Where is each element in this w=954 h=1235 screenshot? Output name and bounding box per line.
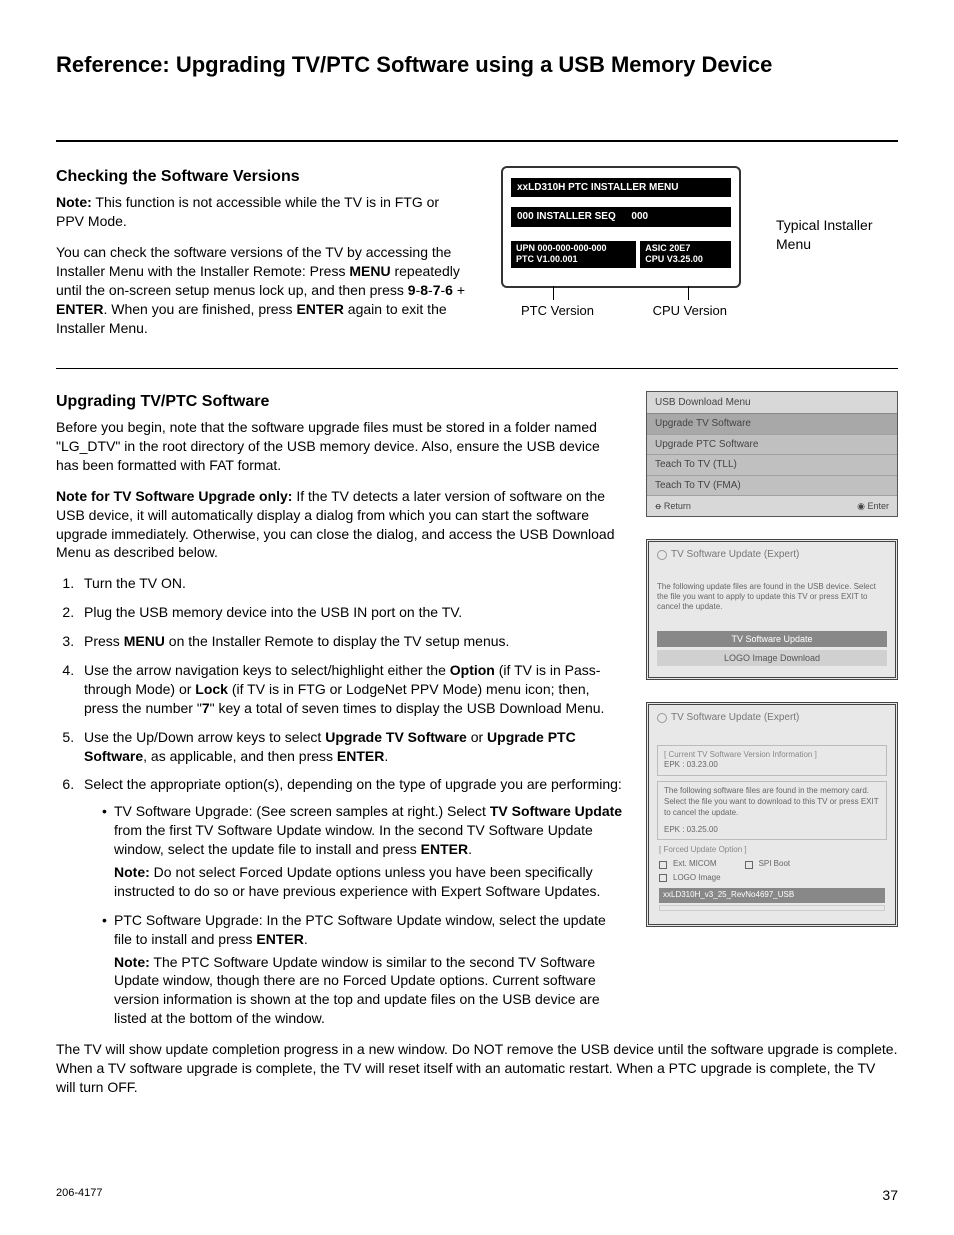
- usb-item-teach-tll: Teach To TV (TLL): [647, 455, 897, 476]
- tv-update-window-1: TV Software Update (Expert) The followin…: [646, 539, 898, 680]
- note-text: Note: This function is not accessible wh…: [56, 193, 466, 231]
- installer-ptc: PTC V1.00.001: [516, 254, 631, 266]
- step-1: Turn the TV ON.: [78, 574, 626, 593]
- step-6b: PTC Software Upgrade: In the PTC Softwar…: [102, 911, 626, 1028]
- tv2-opt-micom: Ext. MICOM: [673, 859, 717, 870]
- tv2-opt-spi: SPI Boot: [759, 859, 791, 870]
- page-title: Reference: Upgrading TV/PTC Software usi…: [56, 50, 898, 80]
- usb-enter-label: ◉ Enter: [857, 500, 889, 512]
- tv2-message: The following software files are found i…: [664, 786, 880, 818]
- usb-item-teach-fma: Teach To TV (FMA): [647, 476, 897, 497]
- installer-asic: ASIC 20E7: [645, 243, 726, 255]
- tv2-current-header: [ Current TV Software Version Informatio…: [664, 750, 880, 761]
- step-2: Plug the USB memory device into the USB …: [78, 603, 626, 622]
- checkbox-icon: [745, 861, 753, 869]
- cpu-version-label: CPU Version: [653, 302, 727, 320]
- usb-menu-title: USB Download Menu: [647, 392, 897, 414]
- installer-menu-mock: xxLD310H PTC INSTALLER MENU 000 INSTALLE…: [501, 166, 741, 288]
- tv1-btn-logo: LOGO Image Download: [657, 650, 887, 666]
- tv2-forced-header: [ Forced Update Option ]: [659, 845, 885, 856]
- ptc-version-label: PTC Version: [521, 302, 594, 320]
- gear-icon: [657, 713, 667, 723]
- page-number: 37: [882, 1186, 898, 1205]
- divider: [56, 140, 898, 142]
- intro-p1: Before you begin, note that the software…: [56, 418, 626, 475]
- tv2-file-row: xxLD310H_v3_25_RevNo4697_USB: [659, 888, 885, 903]
- installer-upn: UPN 000-000-000-000: [516, 243, 631, 255]
- tv2-title: TV Software Update (Expert): [671, 711, 799, 725]
- tv2-current-version: EPK : 03.23.00: [664, 760, 880, 771]
- tv1-title: TV Software Update (Expert): [671, 548, 799, 562]
- tv2-new-version: EPK : 03.25.00: [664, 825, 880, 836]
- doc-number: 206-4177: [56, 1186, 103, 1205]
- tv1-message: The following update files are found in …: [657, 582, 887, 613]
- checkbox-icon: [659, 874, 667, 882]
- tail-paragraph: The TV will show update completion progr…: [56, 1040, 898, 1097]
- installer-seq-value: 000: [631, 210, 725, 224]
- section-heading-checking: Checking the Software Versions: [56, 166, 466, 188]
- tv2-empty-row: [659, 905, 885, 911]
- tv2-opt-logo: LOGO Image: [673, 873, 721, 884]
- usb-return-label: ꝋ Return: [655, 500, 691, 512]
- steps-list: Turn the TV ON. Plug the USB memory devi…: [78, 574, 626, 1028]
- tv1-btn-update: TV Software Update: [657, 631, 887, 647]
- installer-cpu: CPU V3.25.00: [645, 254, 726, 266]
- step-5: Use the Up/Down arrow keys to select Upg…: [78, 728, 626, 766]
- step-6: Select the appropriate option(s), depend…: [78, 775, 626, 1028]
- usb-item-upgrade-ptc: Upgrade PTC Software: [647, 435, 897, 456]
- installer-title: xxLD310H PTC INSTALLER MENU: [511, 178, 731, 198]
- body-text: You can check the software versions of t…: [56, 243, 466, 337]
- checkbox-icon: [659, 861, 667, 869]
- gear-icon: [657, 550, 667, 560]
- usb-item-upgrade-tv: Upgrade TV Software: [647, 414, 897, 435]
- side-caption: Typical Installer Menu: [776, 216, 898, 254]
- step-4: Use the arrow navigation keys to select/…: [78, 661, 626, 718]
- step-6a: TV Software Upgrade: (See screen samples…: [102, 802, 626, 900]
- step-3: Press MENU on the Installer Remote to di…: [78, 632, 626, 651]
- section-heading-upgrading: Upgrading TV/PTC Software: [56, 391, 626, 413]
- intro-p2: Note for TV Software Upgrade only: If th…: [56, 487, 626, 563]
- tv-update-window-2: TV Software Update (Expert) [ Current TV…: [646, 702, 898, 926]
- divider-thin: [56, 368, 898, 369]
- installer-seq-label: 000 INSTALLER SEQ: [517, 210, 631, 224]
- usb-download-menu-mock: USB Download Menu Upgrade TV Software Up…: [646, 391, 898, 518]
